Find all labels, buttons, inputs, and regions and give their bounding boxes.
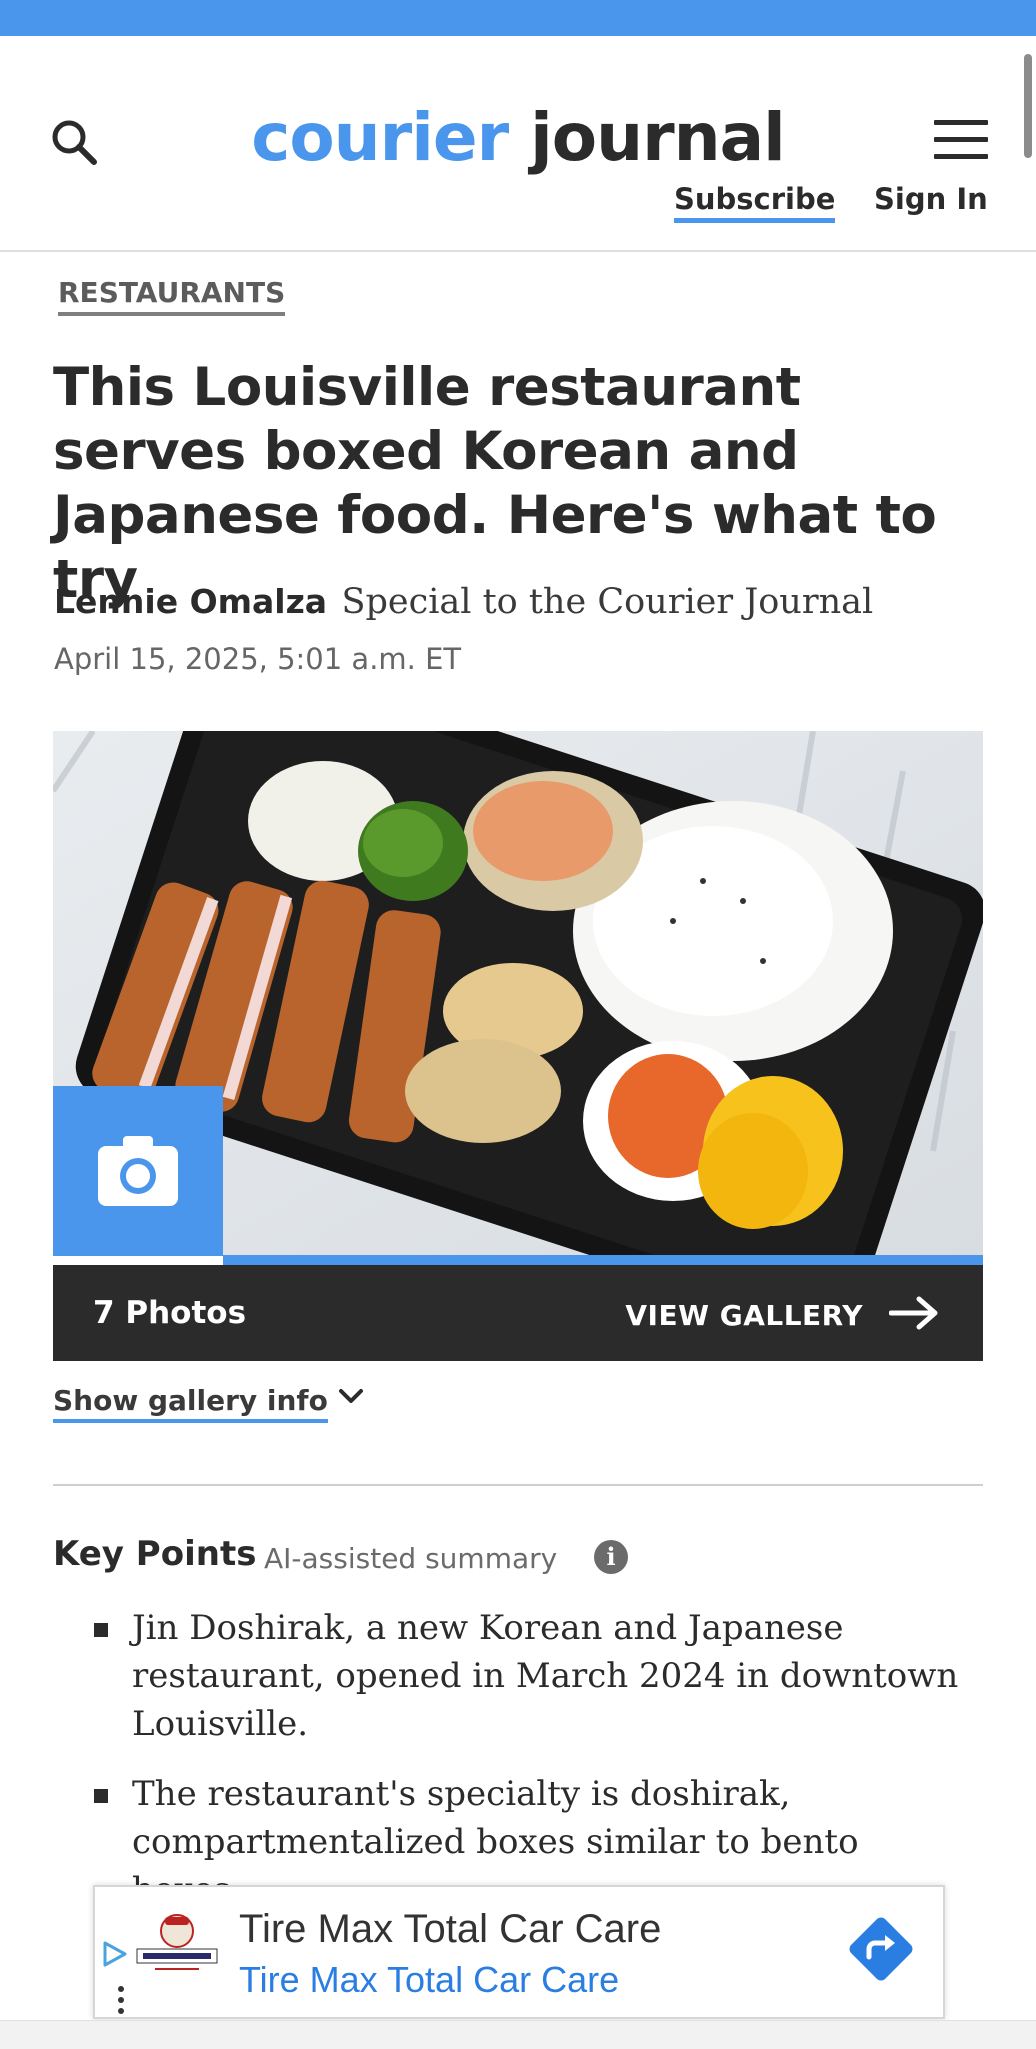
chevron-down-icon[interactable]: [336, 1382, 366, 1412]
gallery-camera-button[interactable]: [53, 1086, 223, 1256]
hamburger-menu-icon[interactable]: [934, 120, 988, 164]
bottom-browser-strip: [0, 2020, 1036, 2049]
author-affiliation: Special to the Courier Journal: [341, 582, 874, 622]
show-gallery-info-link[interactable]: Show gallery info: [53, 1384, 328, 1423]
logo-journal: journal: [530, 99, 786, 176]
advertiser-logo: [136, 1914, 218, 1970]
info-icon[interactable]: i: [594, 1540, 628, 1574]
camera-icon: [98, 1136, 178, 1206]
signin-link[interactable]: Sign In: [874, 182, 988, 216]
publish-date: April 15, 2025, 5:01 a.m. ET: [54, 642, 462, 676]
list-item: Jin Doshirak, a new Korean and Japanese …: [92, 1604, 972, 1748]
bullet-icon: [94, 1789, 108, 1803]
key-points-subtitle: AI-assisted summary: [264, 1542, 558, 1575]
bullet-icon: [94, 1623, 108, 1637]
gallery-accent-line: [223, 1255, 983, 1265]
top-accent-bar: [0, 0, 1036, 36]
section-divider: [53, 1484, 983, 1486]
gallery-photo-count: 7 Photos: [93, 1295, 247, 1331]
section-label[interactable]: RESTAURANTS: [58, 276, 286, 316]
ad-title[interactable]: Tire Max Total Car Care: [239, 1907, 661, 1952]
gallery-bar[interactable]: 7 Photos VIEW GALLERY: [53, 1265, 983, 1361]
arrow-right-icon: [889, 1296, 938, 1330]
ad-banner[interactable]: Tire Max Total Car Care Tire Max Total C…: [93, 1885, 945, 2019]
key-point-text: Jin Doshirak, a new Korean and Japanese …: [132, 1608, 959, 1744]
site-header: courier journal: [0, 36, 1036, 252]
ad-subtitle[interactable]: Tire Max Total Car Care: [239, 1959, 619, 2001]
article-headline: This Louisville restaurant serves boxed …: [53, 357, 937, 610]
author-name[interactable]: Lennie Omalza: [54, 582, 327, 621]
view-gallery-button[interactable]: VIEW GALLERY: [625, 1299, 863, 1332]
more-options-icon[interactable]: [117, 1985, 125, 2015]
directions-icon[interactable]: [843, 1911, 919, 1987]
adchoices-icon[interactable]: [99, 1939, 129, 1969]
site-logo[interactable]: courier journal: [0, 98, 1036, 178]
logo-courier: courier: [251, 99, 509, 176]
key-points-title: Key Points: [53, 1534, 257, 1574]
byline: Lennie Omalza Special to the Courier Jou…: [54, 582, 873, 622]
subscribe-link[interactable]: Subscribe: [674, 182, 836, 223]
